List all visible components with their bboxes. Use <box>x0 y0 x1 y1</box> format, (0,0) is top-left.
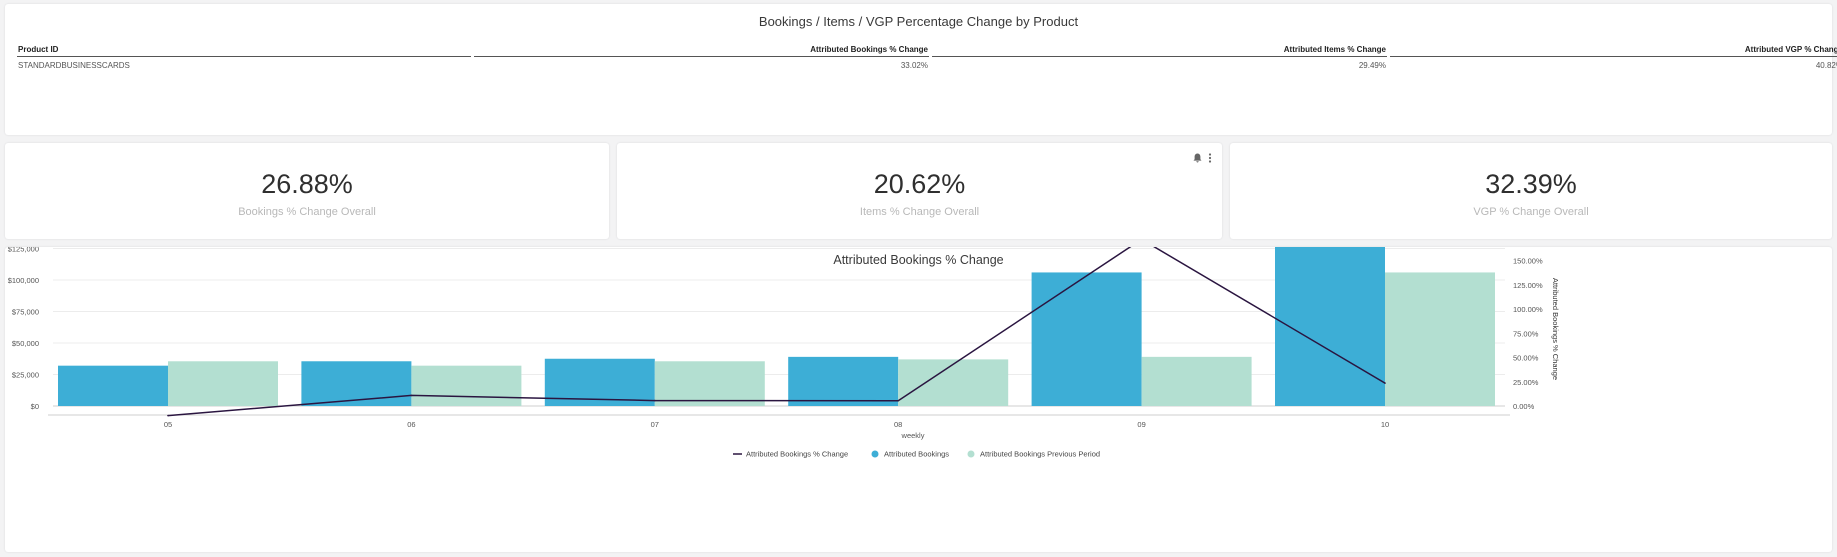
x-tick-label: 09 <box>1137 420 1145 429</box>
bar-previous-period <box>654 361 765 406</box>
bar-previous-period <box>1385 272 1495 406</box>
y-tick-label: $100,000 <box>8 276 39 285</box>
y2-tick-label: 50.00% <box>1513 354 1539 363</box>
kpi-value: 26.88% <box>261 169 353 199</box>
cell-product-id: STANDARDBUSINESSCARDS <box>18 61 130 70</box>
more-vertical-icon[interactable] <box>1208 153 1212 166</box>
y2-axis-label: Attributed Bookings % Change <box>1551 278 1560 380</box>
bar-previous-period <box>168 361 278 406</box>
column-header-product-id[interactable]: Product ID <box>17 43 471 57</box>
x-tick-label: 10 <box>1381 420 1389 429</box>
column-header-vgp-change[interactable]: Attributed VGP % Change <box>1390 43 1837 57</box>
y2-tick-label: 0.00% <box>1513 402 1535 411</box>
legend-dot-icon <box>871 450 879 458</box>
x-tick-label: 05 <box>164 420 172 429</box>
y2-tick-label: 25.00% <box>1513 378 1539 387</box>
column-header-bookings-change[interactable]: Attributed Bookings % Change <box>474 43 929 57</box>
line-point <box>654 399 656 402</box>
y2-tick-label: 100.00% <box>1513 305 1543 314</box>
x-tick-label: 08 <box>894 420 902 429</box>
product-table-card: Bookings / Items / VGP Percentage Change… <box>5 4 1837 135</box>
y-tick-label: $50,000 <box>12 339 39 348</box>
kpi-card-vgp: 32.39% VGP % Change Overall <box>1230 143 1832 239</box>
kpi-label: Items % Change Overall <box>859 206 980 218</box>
cell-bookings-change: 33.02% <box>900 61 928 70</box>
x-axis-label: weekly <box>901 431 925 440</box>
line-point <box>897 399 899 402</box>
bar-previous-period <box>411 365 522 406</box>
bar-previous-period <box>898 359 1009 406</box>
bar-attributed-bookings <box>1031 272 1142 406</box>
kpi-label: VGP % Change Overall <box>1473 206 1589 218</box>
line-point <box>1384 382 1386 384</box>
chart-title: Attributed Bookings % Change <box>833 253 1003 267</box>
y2-tick-label: 75.00% <box>1513 329 1539 338</box>
bar-attributed-bookings <box>58 365 168 406</box>
cell-vgp-change: 40.82% <box>1815 61 1837 70</box>
line-point <box>410 394 413 397</box>
bar-previous-period <box>1141 356 1252 406</box>
legend-label: Attributed Bookings Previous Period <box>980 450 1100 459</box>
bar-attributed-bookings <box>1275 247 1385 406</box>
kpi-card-bookings: 26.88% Bookings % Change Overall <box>5 143 609 239</box>
bookings-chart: Attributed Bookings % Change $0 $25,000 $50… <box>8 247 1560 459</box>
bar-attributed-bookings <box>788 356 899 406</box>
bookings-chart-card: Attributed Bookings % Change $0 $25,000 $50… <box>5 247 1832 552</box>
kpi-value: 32.39% <box>1485 169 1577 199</box>
table-title: Bookings / Items / VGP Percentage Change… <box>758 14 1079 29</box>
x-tick-label: 06 <box>407 420 415 429</box>
kpi-value: 20.62% <box>873 169 966 199</box>
legend-label: Attributed Bookings % Change <box>746 450 848 459</box>
kpi-toolbar <box>1193 153 1212 166</box>
legend-dot-icon <box>967 450 975 458</box>
table-header-row: Product ID Attributed Bookings % Change … <box>17 43 1837 57</box>
legend-label: Attributed Bookings <box>884 450 949 459</box>
line-point <box>167 414 169 417</box>
y2-tick-label: 125.00% <box>1513 281 1543 290</box>
kpi-label: Bookings % Change Overall <box>238 206 376 218</box>
bell-icon[interactable] <box>1193 153 1202 166</box>
y2-tick-label: 150.00% <box>1513 257 1543 266</box>
y-tick-label: $75,000 <box>12 308 39 317</box>
cell-items-change: 29.49% <box>1358 61 1386 70</box>
y-tick-label: $25,000 <box>12 371 39 380</box>
y-tick-label: $0 <box>31 402 39 411</box>
y-tick-label: $125,000 <box>8 247 39 254</box>
x-tick-label: 07 <box>651 420 659 429</box>
kpi-card-items: 20.62% Items % Change Overall <box>617 143 1222 239</box>
column-header-items-change[interactable]: Attributed Items % Change <box>932 43 1387 57</box>
product-table: Product ID Attributed Bookings % Change … <box>14 43 1837 72</box>
table-row: STANDARDBUSINESSCARDS 33.02% 29.49% 40.8… <box>17 57 1837 72</box>
